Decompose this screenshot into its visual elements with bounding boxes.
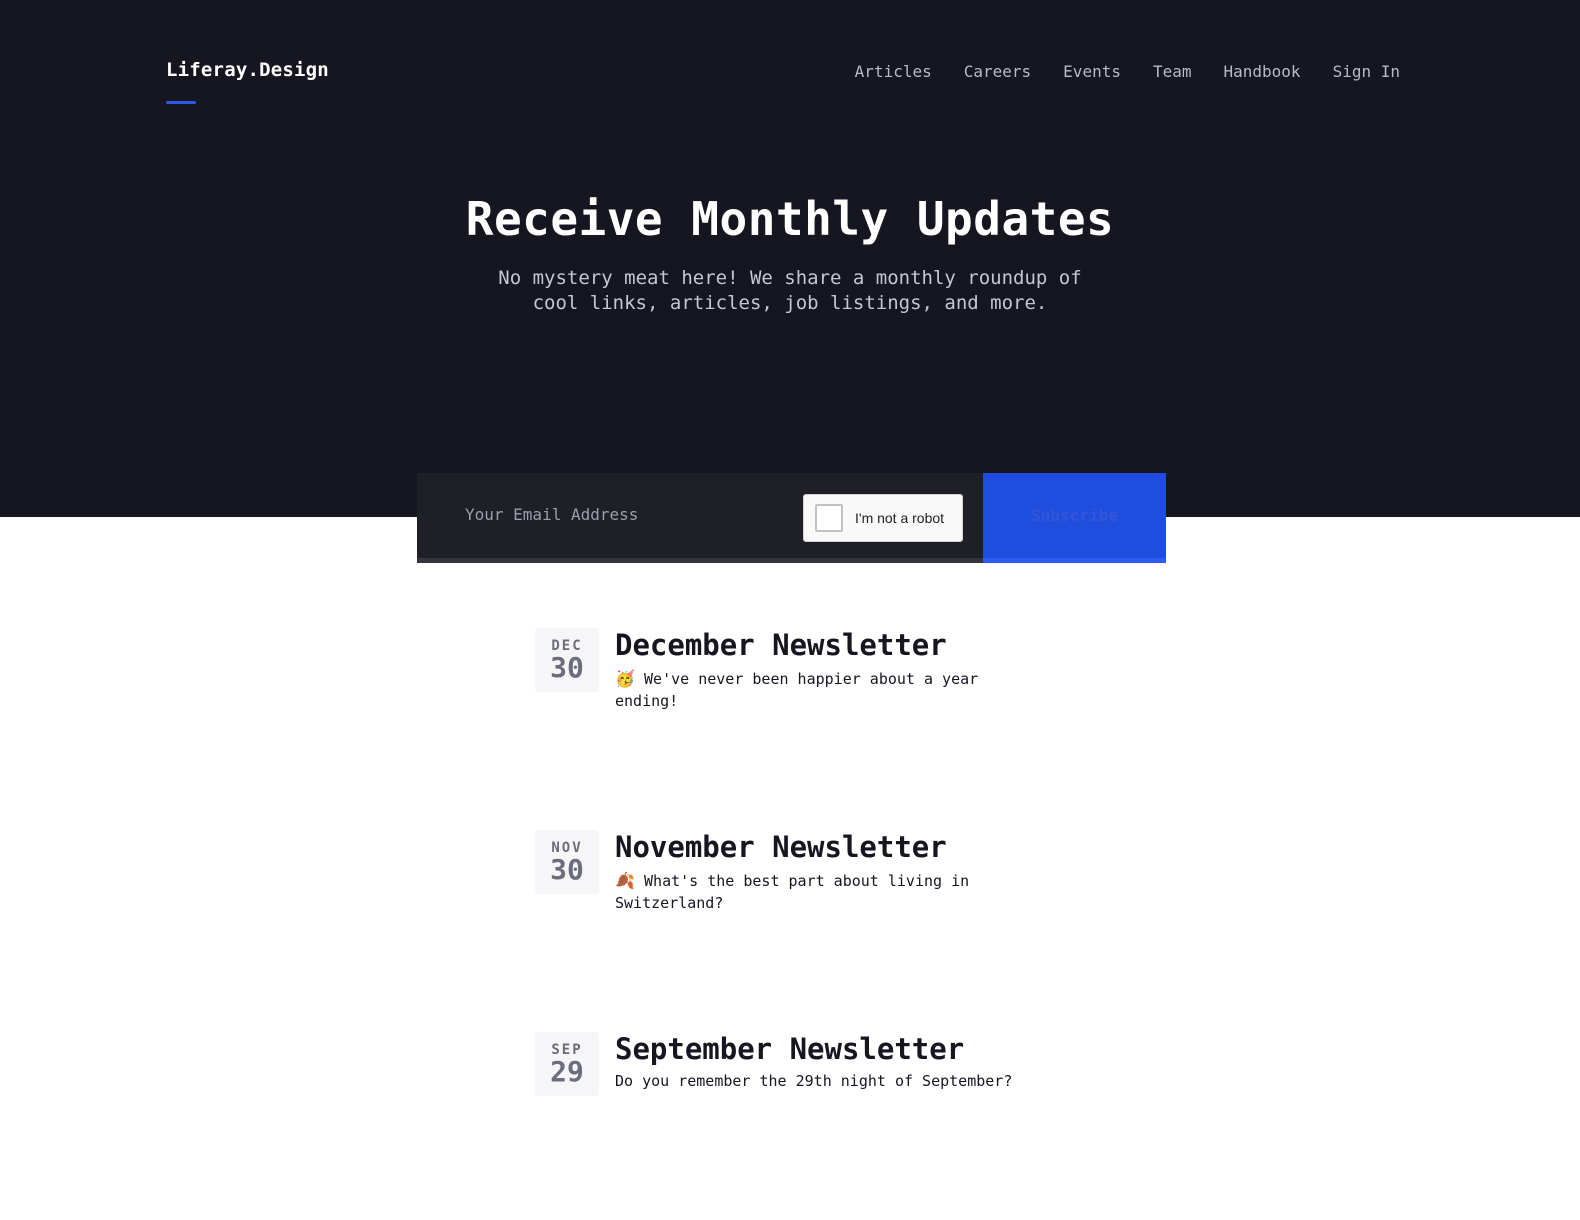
party-face-icon: 🥳 [615, 669, 635, 688]
hero-subtitle: No mystery meat here! We share a monthly… [498, 267, 1082, 314]
recaptcha-checkbox[interactable] [815, 504, 843, 532]
post-excerpt: 🥳 We've never been happier about a year … [615, 668, 1015, 712]
date-day: 29 [550, 1055, 584, 1088]
nav-events[interactable]: Events [1063, 62, 1121, 81]
post-title[interactable]: December Newsletter [615, 628, 947, 662]
date-day: 30 [550, 651, 584, 684]
fallen-leaf-icon: 🍂 [615, 871, 635, 890]
post-title[interactable]: September Newsletter [615, 1032, 964, 1066]
email-field-container: I'm not a robot [417, 473, 983, 563]
post-excerpt-text: Do you remember the 29th night of Septem… [615, 1072, 1013, 1090]
nav-articles[interactable]: Articles [855, 62, 932, 81]
logo-underline [166, 101, 196, 104]
post-title[interactable]: November Newsletter [615, 830, 947, 864]
date-badge: SEP 29 [535, 1032, 599, 1096]
subscribe-button[interactable]: Subscribe [983, 473, 1166, 563]
nav-team[interactable]: Team [1153, 62, 1192, 81]
date-day: 30 [550, 853, 584, 886]
date-badge: NOV 30 [535, 830, 599, 894]
site-logo[interactable]: Liferay.Design [166, 59, 329, 81]
page-title: Receive Monthly Updates [465, 192, 1115, 246]
post-excerpt-text: What's the best part about living in Swi… [615, 872, 970, 912]
nav-careers[interactable]: Careers [964, 62, 1031, 81]
recaptcha-label: I'm not a robot [855, 510, 945, 526]
hero-section: Liferay.Design Articles Careers Events T… [0, 0, 1580, 517]
main-nav: Articles Careers Events Team Handbook Si… [855, 62, 1400, 81]
nav-handbook[interactable]: Handbook [1224, 62, 1301, 81]
recaptcha-widget: I'm not a robot [803, 494, 963, 542]
subscribe-form: I'm not a robot Subscribe [417, 473, 1166, 563]
email-field[interactable] [465, 499, 785, 529]
post-excerpt-text: We've never been happier about a year en… [615, 670, 979, 710]
post-excerpt: Do you remember the 29th night of Septem… [615, 1070, 1015, 1092]
nav-sign-in[interactable]: Sign In [1333, 62, 1400, 81]
post-excerpt: 🍂 What's the best part about living in S… [615, 870, 1015, 914]
date-badge: DEC 30 [535, 628, 599, 692]
